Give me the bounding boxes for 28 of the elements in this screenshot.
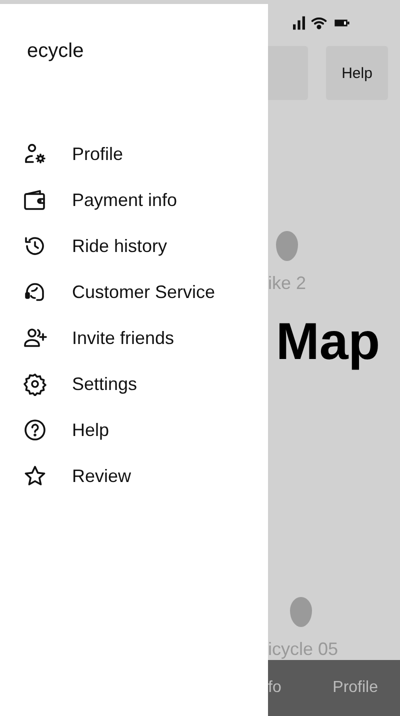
add-user-icon xyxy=(23,326,47,350)
map-pin-icon[interactable] xyxy=(290,597,312,627)
help-icon xyxy=(23,418,47,442)
headset-icon xyxy=(23,280,47,304)
map-button[interactable] xyxy=(268,46,308,100)
map-placeholder-title: Map xyxy=(276,312,380,372)
bike-label: ike 2 xyxy=(268,273,306,294)
menu-item[interactable]: Profile xyxy=(0,131,268,177)
menu-item[interactable]: Help xyxy=(0,407,268,453)
settings-icon xyxy=(23,372,47,396)
menu-item[interactable]: Ride history xyxy=(0,223,268,269)
signal-icon xyxy=(291,15,307,31)
bike-label: icycle 05 xyxy=(268,639,338,660)
menu-item[interactable]: Invite friends xyxy=(0,315,268,361)
wallet-icon xyxy=(23,188,47,212)
app-title: ecycle xyxy=(27,39,85,63)
menu-item[interactable]: Review xyxy=(0,453,268,499)
menu-item[interactable]: Payment info xyxy=(0,177,268,223)
star-icon xyxy=(23,464,47,488)
nav-tab[interactable]: Profile xyxy=(332,679,378,697)
wifi-icon xyxy=(310,15,328,31)
user-gear-icon xyxy=(23,142,47,166)
menu-item[interactable]: Settings xyxy=(0,361,268,407)
nav-tab[interactable]: fo xyxy=(268,679,282,697)
history-icon xyxy=(23,234,47,258)
help-button[interactable]: Help xyxy=(326,46,388,100)
menu-item[interactable]: Customer Service xyxy=(0,269,268,315)
map-pin-icon[interactable] xyxy=(276,231,298,261)
